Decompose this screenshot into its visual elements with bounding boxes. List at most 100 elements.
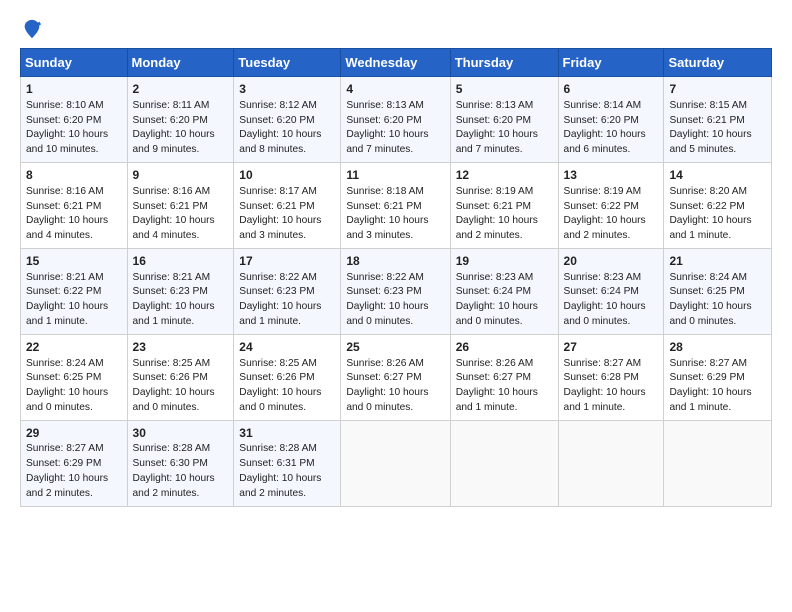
calendar-cell (664, 420, 772, 506)
day-info: Sunrise: 8:14 AMSunset: 6:20 PMDaylight:… (564, 99, 659, 158)
calendar-cell: 17Sunrise: 8:22 AMSunset: 6:23 PMDayligh… (234, 248, 341, 334)
calendar-cell: 14Sunrise: 8:20 AMSunset: 6:22 PMDayligh… (664, 162, 772, 248)
day-info: Sunrise: 8:13 AMSunset: 6:20 PMDaylight:… (456, 99, 553, 158)
calendar-cell: 18Sunrise: 8:22 AMSunset: 6:23 PMDayligh… (341, 248, 450, 334)
day-number: 2 (133, 81, 229, 98)
day-info: Sunrise: 8:20 AMSunset: 6:22 PMDaylight:… (669, 185, 766, 244)
day-number: 18 (346, 253, 444, 270)
day-info: Sunrise: 8:25 AMSunset: 6:26 PMDaylight:… (239, 357, 335, 416)
day-info: Sunrise: 8:18 AMSunset: 6:21 PMDaylight:… (346, 185, 444, 244)
calendar-cell: 9Sunrise: 8:16 AMSunset: 6:21 PMDaylight… (127, 162, 234, 248)
calendar-cell: 27Sunrise: 8:27 AMSunset: 6:28 PMDayligh… (558, 334, 664, 420)
day-number: 30 (133, 425, 229, 442)
calendar-cell: 20Sunrise: 8:23 AMSunset: 6:24 PMDayligh… (558, 248, 664, 334)
header-row (20, 18, 772, 40)
day-number: 10 (239, 167, 335, 184)
calendar-cell: 21Sunrise: 8:24 AMSunset: 6:25 PMDayligh… (664, 248, 772, 334)
day-info: Sunrise: 8:24 AMSunset: 6:25 PMDaylight:… (669, 271, 766, 330)
header-day-friday: Friday (558, 49, 664, 77)
day-number: 4 (346, 81, 444, 98)
calendar-cell (558, 420, 664, 506)
calendar-cell: 3Sunrise: 8:12 AMSunset: 6:20 PMDaylight… (234, 77, 341, 163)
calendar-cell: 12Sunrise: 8:19 AMSunset: 6:21 PMDayligh… (450, 162, 558, 248)
header-row-days: SundayMondayTuesdayWednesdayThursdayFrid… (21, 49, 772, 77)
calendar-cell: 15Sunrise: 8:21 AMSunset: 6:22 PMDayligh… (21, 248, 128, 334)
header-day-tuesday: Tuesday (234, 49, 341, 77)
calendar-table: SundayMondayTuesdayWednesdayThursdayFrid… (20, 48, 772, 507)
day-number: 31 (239, 425, 335, 442)
calendar-cell: 31Sunrise: 8:28 AMSunset: 6:31 PMDayligh… (234, 420, 341, 506)
day-number: 3 (239, 81, 335, 98)
calendar-cell: 26Sunrise: 8:26 AMSunset: 6:27 PMDayligh… (450, 334, 558, 420)
day-info: Sunrise: 8:27 AMSunset: 6:29 PMDaylight:… (26, 442, 122, 501)
day-number: 13 (564, 167, 659, 184)
day-number: 27 (564, 339, 659, 356)
day-number: 21 (669, 253, 766, 270)
day-number: 12 (456, 167, 553, 184)
day-number: 8 (26, 167, 122, 184)
day-info: Sunrise: 8:11 AMSunset: 6:20 PMDaylight:… (133, 99, 229, 158)
calendar-cell: 7Sunrise: 8:15 AMSunset: 6:21 PMDaylight… (664, 77, 772, 163)
day-number: 19 (456, 253, 553, 270)
day-info: Sunrise: 8:21 AMSunset: 6:22 PMDaylight:… (26, 271, 122, 330)
day-number: 26 (456, 339, 553, 356)
calendar-cell (341, 420, 450, 506)
day-info: Sunrise: 8:19 AMSunset: 6:21 PMDaylight:… (456, 185, 553, 244)
calendar-cell: 11Sunrise: 8:18 AMSunset: 6:21 PMDayligh… (341, 162, 450, 248)
day-info: Sunrise: 8:28 AMSunset: 6:30 PMDaylight:… (133, 442, 229, 501)
day-info: Sunrise: 8:21 AMSunset: 6:23 PMDaylight:… (133, 271, 229, 330)
calendar-cell: 5Sunrise: 8:13 AMSunset: 6:20 PMDaylight… (450, 77, 558, 163)
calendar-cell: 23Sunrise: 8:25 AMSunset: 6:26 PMDayligh… (127, 334, 234, 420)
week-row-3: 22Sunrise: 8:24 AMSunset: 6:25 PMDayligh… (21, 334, 772, 420)
day-info: Sunrise: 8:22 AMSunset: 6:23 PMDaylight:… (239, 271, 335, 330)
week-row-2: 15Sunrise: 8:21 AMSunset: 6:22 PMDayligh… (21, 248, 772, 334)
day-number: 7 (669, 81, 766, 98)
day-number: 28 (669, 339, 766, 356)
calendar-cell: 10Sunrise: 8:17 AMSunset: 6:21 PMDayligh… (234, 162, 341, 248)
day-info: Sunrise: 8:19 AMSunset: 6:22 PMDaylight:… (564, 185, 659, 244)
header-day-saturday: Saturday (664, 49, 772, 77)
calendar-cell: 13Sunrise: 8:19 AMSunset: 6:22 PMDayligh… (558, 162, 664, 248)
day-number: 29 (26, 425, 122, 442)
day-info: Sunrise: 8:28 AMSunset: 6:31 PMDaylight:… (239, 442, 335, 501)
calendar-cell: 1Sunrise: 8:10 AMSunset: 6:20 PMDaylight… (21, 77, 128, 163)
day-info: Sunrise: 8:25 AMSunset: 6:26 PMDaylight:… (133, 357, 229, 416)
day-number: 9 (133, 167, 229, 184)
day-info: Sunrise: 8:27 AMSunset: 6:28 PMDaylight:… (564, 357, 659, 416)
calendar-cell: 2Sunrise: 8:11 AMSunset: 6:20 PMDaylight… (127, 77, 234, 163)
calendar-cell: 8Sunrise: 8:16 AMSunset: 6:21 PMDaylight… (21, 162, 128, 248)
day-number: 23 (133, 339, 229, 356)
header-day-sunday: Sunday (21, 49, 128, 77)
day-number: 17 (239, 253, 335, 270)
day-info: Sunrise: 8:16 AMSunset: 6:21 PMDaylight:… (26, 185, 122, 244)
week-row-4: 29Sunrise: 8:27 AMSunset: 6:29 PMDayligh… (21, 420, 772, 506)
day-number: 24 (239, 339, 335, 356)
day-info: Sunrise: 8:13 AMSunset: 6:20 PMDaylight:… (346, 99, 444, 158)
day-number: 16 (133, 253, 229, 270)
day-info: Sunrise: 8:26 AMSunset: 6:27 PMDaylight:… (346, 357, 444, 416)
header-day-wednesday: Wednesday (341, 49, 450, 77)
day-number: 6 (564, 81, 659, 98)
header-day-thursday: Thursday (450, 49, 558, 77)
day-number: 14 (669, 167, 766, 184)
calendar-cell: 24Sunrise: 8:25 AMSunset: 6:26 PMDayligh… (234, 334, 341, 420)
week-row-1: 8Sunrise: 8:16 AMSunset: 6:21 PMDaylight… (21, 162, 772, 248)
day-info: Sunrise: 8:24 AMSunset: 6:25 PMDaylight:… (26, 357, 122, 416)
day-number: 1 (26, 81, 122, 98)
calendar-cell (450, 420, 558, 506)
logo-icon (21, 18, 43, 40)
day-info: Sunrise: 8:26 AMSunset: 6:27 PMDaylight:… (456, 357, 553, 416)
calendar-cell: 16Sunrise: 8:21 AMSunset: 6:23 PMDayligh… (127, 248, 234, 334)
day-info: Sunrise: 8:12 AMSunset: 6:20 PMDaylight:… (239, 99, 335, 158)
day-info: Sunrise: 8:23 AMSunset: 6:24 PMDaylight:… (456, 271, 553, 330)
day-number: 5 (456, 81, 553, 98)
calendar-cell: 4Sunrise: 8:13 AMSunset: 6:20 PMDaylight… (341, 77, 450, 163)
logo (20, 18, 43, 40)
day-number: 25 (346, 339, 444, 356)
day-number: 15 (26, 253, 122, 270)
calendar-cell: 29Sunrise: 8:27 AMSunset: 6:29 PMDayligh… (21, 420, 128, 506)
day-info: Sunrise: 8:16 AMSunset: 6:21 PMDaylight:… (133, 185, 229, 244)
day-info: Sunrise: 8:22 AMSunset: 6:23 PMDaylight:… (346, 271, 444, 330)
day-number: 20 (564, 253, 659, 270)
day-info: Sunrise: 8:27 AMSunset: 6:29 PMDaylight:… (669, 357, 766, 416)
